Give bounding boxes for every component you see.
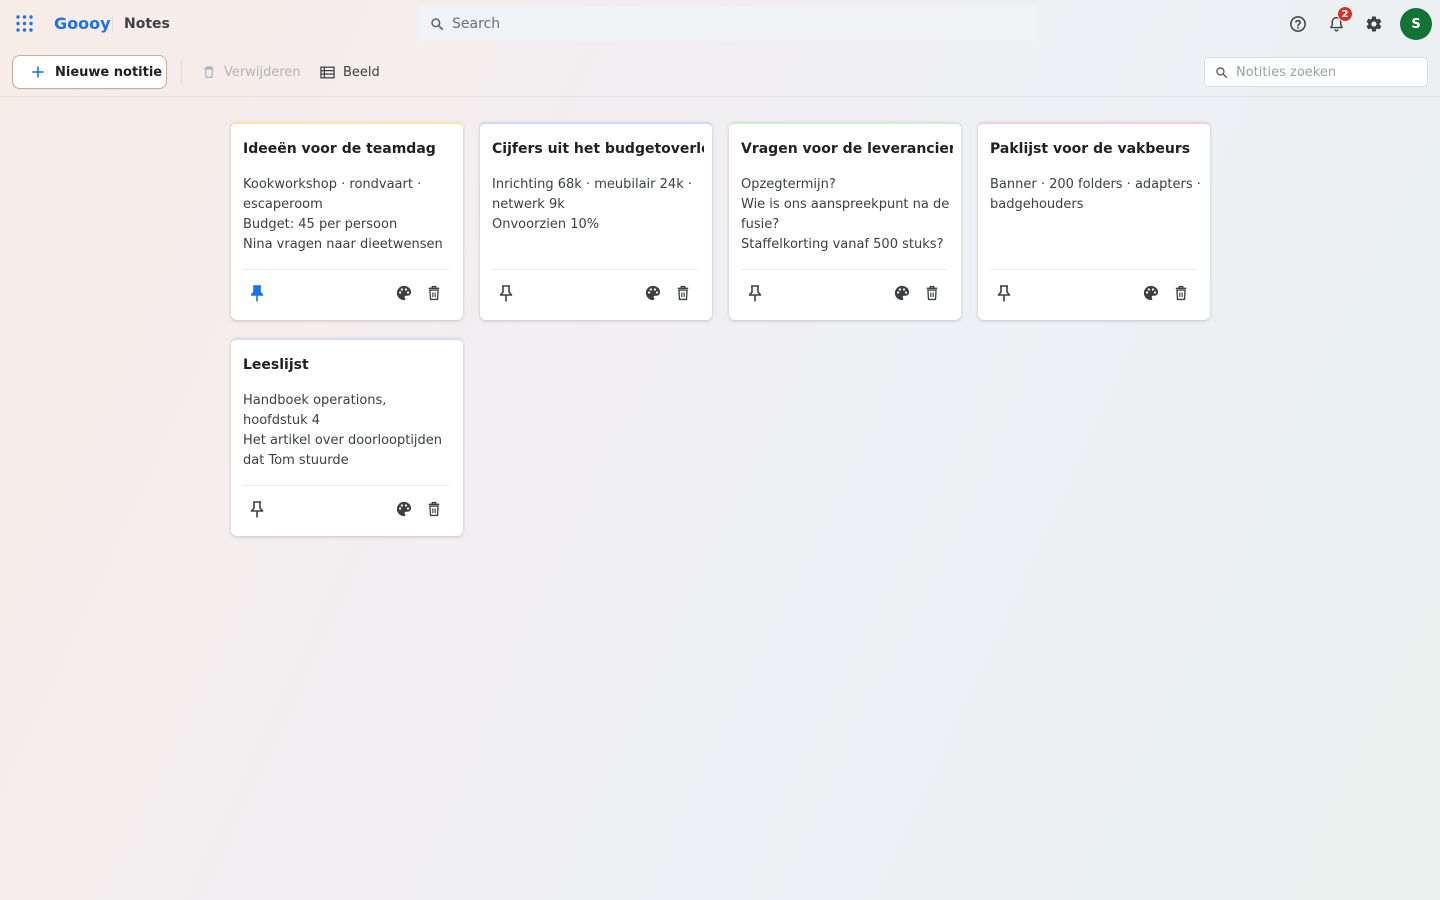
- pin-icon-active[interactable]: [248, 284, 266, 302]
- user-avatar[interactable]: S: [1400, 8, 1432, 40]
- note-footer-divider: [741, 269, 947, 270]
- global-search-bar[interactable]: [418, 6, 1038, 41]
- note-title[interactable]: Paklijst voor de vakbeurs: [990, 141, 1202, 157]
- search-icon: [1216, 66, 1228, 78]
- note-card[interactable]: Vragen voor de leverancier Opzegtermijn?…: [729, 122, 961, 320]
- note-title[interactable]: Vragen voor de leverancier: [741, 141, 953, 157]
- palette-icon[interactable]: [893, 284, 911, 302]
- new-note-button[interactable]: Nieuwe notitie: [12, 55, 167, 89]
- view-label: Beeld: [343, 64, 380, 80]
- note-card[interactable]: Cijfers uit het budgetoverleg Inrichting…: [480, 122, 712, 320]
- note-title[interactable]: Cijfers uit het budgetoverleg: [492, 141, 704, 157]
- note-line: Kookworkshop · rondvaart · escaperoom: [243, 177, 422, 212]
- brand-divider: [112, 16, 113, 32]
- note-body[interactable]: Kookworkshop · rondvaart · escaperoom Bud…: [243, 175, 455, 255]
- note-title[interactable]: Ideeën voor de teamdag: [243, 141, 455, 157]
- plus-icon: [32, 66, 44, 78]
- note-line: Het artikel over doorlooptijden dat Tom …: [243, 433, 443, 468]
- delete-button[interactable]: Verwijderen: [202, 62, 301, 82]
- trash-icon[interactable]: [1172, 284, 1190, 302]
- palette-icon[interactable]: [644, 284, 662, 302]
- pin-icon[interactable]: [497, 284, 515, 302]
- toolbar-divider: [181, 60, 182, 84]
- note-footer-divider: [243, 269, 449, 270]
- trash-icon: [204, 66, 214, 78]
- apps-grid-icon[interactable]: [16, 15, 33, 32]
- note-body[interactable]: Handboek operations, hoofdstuk 4 Het arti…: [243, 391, 455, 471]
- note-footer-divider: [492, 269, 698, 270]
- note-footer-divider: [243, 485, 449, 486]
- note-card[interactable]: Leeslijst Handboek operations, hoofdstuk…: [231, 338, 463, 536]
- settings-gear-icon[interactable]: [1363, 13, 1385, 35]
- note-line: Inrichting 68k · meubilair 24k · netwerk…: [492, 177, 692, 212]
- palette-icon[interactable]: [1142, 284, 1160, 302]
- notes-search-box[interactable]: [1204, 57, 1428, 87]
- notes-search-input[interactable]: [1236, 64, 1416, 80]
- note-card[interactable]: Paklijst voor de vakbeurs Banner · 200 f…: [978, 122, 1210, 320]
- trash-icon[interactable]: [425, 284, 443, 302]
- note-line: Opzegtermijn?: [741, 177, 836, 192]
- note-line: Banner · 200 folders · adapters · badgeh…: [990, 177, 1201, 212]
- new-note-label: Nieuwe notitie: [55, 64, 163, 80]
- trash-icon[interactable]: [923, 284, 941, 302]
- note-body[interactable]: Banner · 200 folders · adapters · badgeh…: [990, 175, 1202, 215]
- note-footer-divider: [990, 269, 1196, 270]
- note-title[interactable]: Leeslijst: [243, 357, 455, 373]
- palette-icon[interactable]: [395, 284, 413, 302]
- search-icon: [431, 17, 444, 30]
- note-line: Wie is ons aanspreekpunt na de fusie?: [741, 197, 950, 232]
- note-line: Onvoorzien 10%: [492, 217, 600, 232]
- note-card[interactable]: Ideeën voor de teamdag Kookworkshop · ro…: [231, 122, 463, 320]
- pin-icon[interactable]: [746, 284, 764, 302]
- note-line: Staffelkorting vanaf 500 stuks?: [741, 237, 944, 252]
- notification-count-badge: 2: [1337, 6, 1353, 22]
- note-body[interactable]: Inrichting 68k · meubilair 24k · netwerk…: [492, 175, 704, 235]
- top-bar: Goooy Notes 2 S: [0, 0, 1440, 48]
- pin-icon[interactable]: [248, 500, 266, 518]
- brand-logo[interactable]: Goooy: [54, 14, 111, 33]
- view-button[interactable]: Beeld: [320, 62, 380, 82]
- notes-toolbar: Nieuwe notitie Verwijderen Beeld: [0, 48, 1440, 97]
- note-body[interactable]: Opzegtermijn? Wie is ons aanspreekpunt na…: [741, 175, 953, 255]
- delete-label: Verwijderen: [224, 64, 301, 80]
- palette-icon[interactable]: [395, 500, 413, 518]
- list-view-icon: [320, 66, 335, 78]
- note-line: Nina vragen naar dieetwensen: [243, 237, 443, 252]
- app-name: Notes: [124, 16, 170, 32]
- note-line: Handboek operations, hoofdstuk 4: [243, 393, 387, 428]
- trash-icon[interactable]: [425, 500, 443, 518]
- global-search-input[interactable]: [452, 15, 1012, 32]
- help-icon[interactable]: [1287, 13, 1309, 35]
- note-line: Budget: 45 per persoon: [243, 217, 398, 232]
- trash-icon[interactable]: [674, 284, 692, 302]
- pin-icon[interactable]: [995, 284, 1013, 302]
